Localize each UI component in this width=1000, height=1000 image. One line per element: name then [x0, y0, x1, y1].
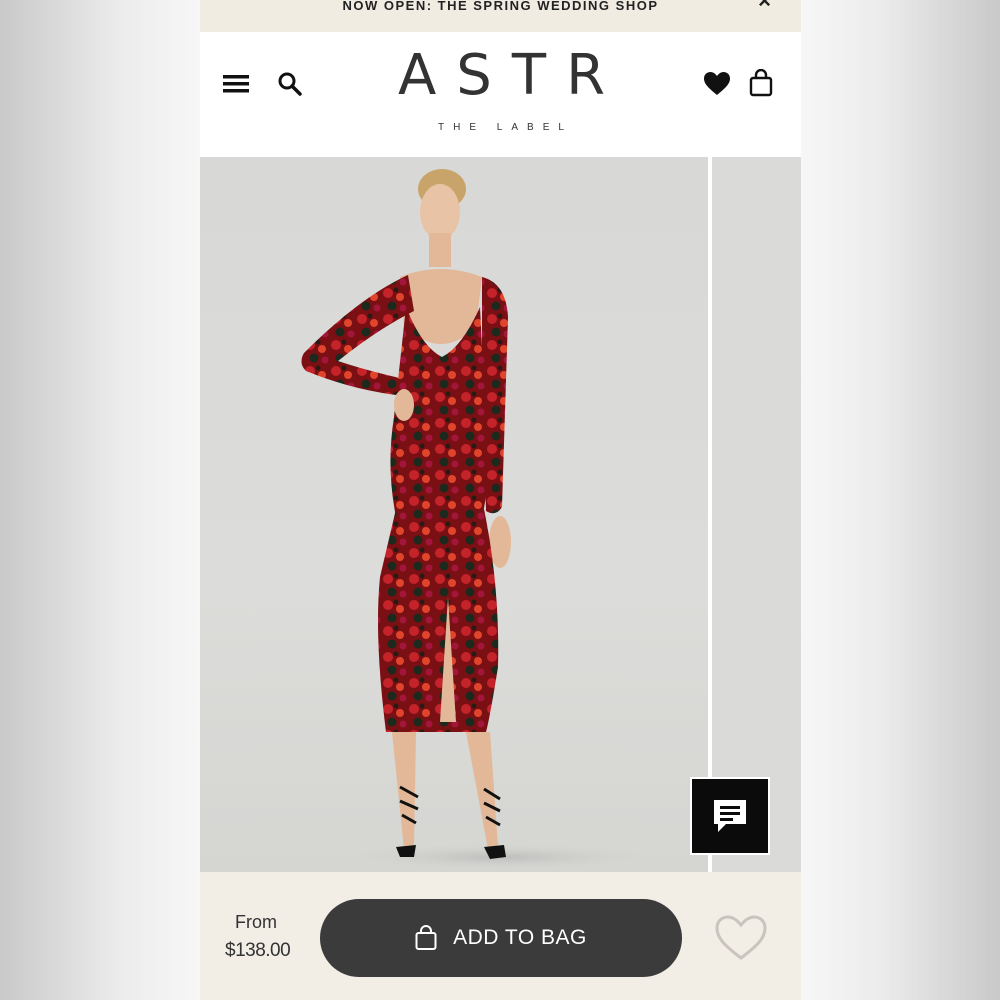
chat-button[interactable] [690, 777, 770, 855]
site-header: ASTR THE LABEL [200, 32, 801, 157]
close-icon[interactable]: × [758, 0, 771, 12]
add-to-bag-button[interactable]: ADD TO BAG [320, 899, 682, 977]
wishlist-button[interactable] [714, 914, 768, 962]
add-to-bag-label: ADD TO BAG [453, 926, 587, 949]
mobile-page: NOW OPEN: THE SPRING WEDDING SHOP × ASTR… [200, 0, 801, 1000]
chat-icon [714, 800, 746, 832]
price-value: $138.00 [225, 940, 291, 961]
product-photo[interactable] [200, 157, 708, 872]
from-label: From [235, 912, 277, 932]
heart-outline-icon [715, 915, 767, 960]
purchase-bar: From $138.00 ADD TO BAG [200, 872, 801, 1000]
product-gallery[interactable] [200, 157, 801, 872]
announcement-bar[interactable]: NOW OPEN: THE SPRING WEDDING SHOP × [200, 0, 801, 32]
heart-icon[interactable] [702, 69, 732, 99]
logo-tagline: THE LABEL [438, 122, 573, 133]
bag-icon [415, 925, 437, 950]
bag-icon[interactable] [748, 68, 774, 98]
next-product-photo[interactable] [712, 157, 801, 872]
announcement-text[interactable]: NOW OPEN: THE SPRING WEDDING SHOP [342, 0, 658, 13]
